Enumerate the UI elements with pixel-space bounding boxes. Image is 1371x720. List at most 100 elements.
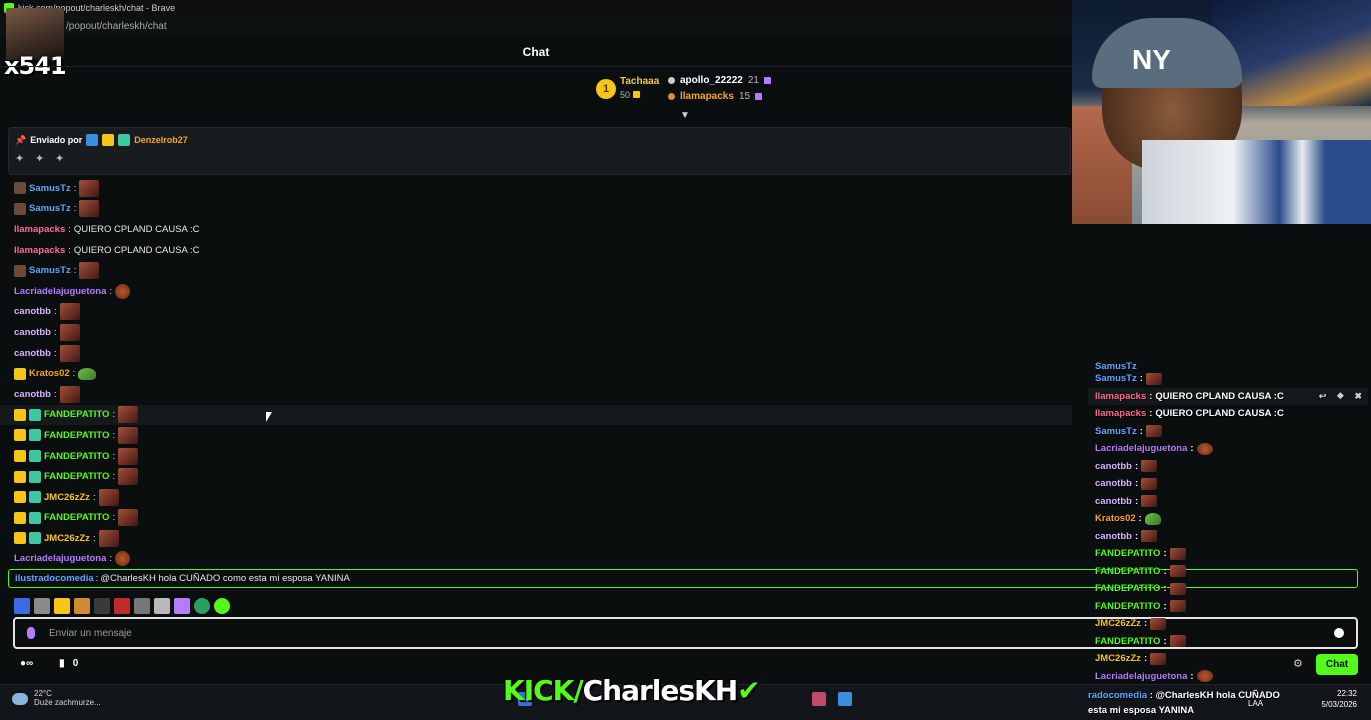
message-user[interactable]: SamusTz: [29, 265, 71, 276]
store-icon[interactable]: ▮: [59, 658, 65, 669]
emote-icon[interactable]: [34, 598, 50, 614]
sub-badge-icon: [29, 408, 41, 421]
message-user[interactable]: canotbb: [14, 306, 51, 317]
overlay-user: Kratos02: [1095, 513, 1136, 525]
message-actions[interactable]: ↩ ❖ ✖: [1319, 391, 1362, 402]
pin-icon[interactable]: ❖: [1336, 391, 1344, 402]
chat-message[interactable]: JMC26zZz:: [0, 487, 1072, 508]
message-user[interactable]: FANDEPATITO: [44, 471, 109, 482]
emote-icon[interactable]: [134, 598, 150, 614]
overlay-separator: :: [1163, 600, 1167, 612]
message-user[interactable]: FANDEPATITO: [44, 430, 109, 441]
chat-message[interactable]: FANDEPATITO:: [0, 508, 1072, 529]
reply-icon[interactable]: ↩: [1319, 391, 1327, 402]
message-user[interactable]: SamusTz: [29, 203, 71, 214]
mic-icon[interactable]: [27, 627, 35, 639]
taskbar-app-icon[interactable]: [812, 692, 826, 706]
message-separator: :: [53, 388, 57, 400]
leader-name[interactable]: Tachaaa: [620, 76, 659, 87]
message-user[interactable]: canotbb: [14, 327, 51, 338]
message-user[interactable]: Kratos02: [29, 368, 70, 379]
emote-icon: [1169, 565, 1186, 578]
emote-icon[interactable]: [154, 598, 170, 614]
leaderboard[interactable]: 1 Tachaaa 50 apollo_22222 21 llamapacks …: [596, 73, 796, 107]
chat-message[interactable]: canotbb:: [0, 343, 1072, 364]
quick-emote-bar[interactable]: [14, 598, 230, 614]
emote-icon[interactable]: [174, 598, 190, 614]
emote-icon: [78, 367, 97, 380]
emote-icon[interactable]: [114, 598, 130, 614]
chat-message[interactable]: SamusTz:: [0, 260, 1072, 281]
chat-message[interactable]: llamapacks: QUIERO CPLAND CAUSA :C: [0, 240, 1072, 261]
chat-messages[interactable]: SamusTz: SamusTz: llamapacks: QUIERO CPLAND…: [0, 178, 1072, 569]
delete-icon[interactable]: ✖: [1354, 391, 1362, 402]
emote-icon: ✦: [35, 153, 45, 165]
chat-message[interactable]: SamusTz:: [0, 178, 1072, 199]
notepad-icon[interactable]: [838, 692, 852, 706]
message-user[interactable]: JMC26zZz: [44, 533, 90, 544]
emote-icon: [1141, 495, 1158, 508]
emote-icon[interactable]: [74, 598, 90, 614]
emote-icon[interactable]: [94, 598, 110, 614]
message-user[interactable]: Lacriadelajuguetona: [14, 286, 106, 297]
crown-badge-icon: [14, 532, 26, 545]
message-user[interactable]: FANDEPATITO: [44, 512, 109, 523]
overlay-separator: :: [1163, 565, 1167, 577]
emote-icon: [79, 262, 100, 280]
chat-message[interactable]: canotbb:: [0, 322, 1072, 343]
message-user[interactable]: canotbb: [14, 348, 51, 359]
overlay-separator: :: [1190, 443, 1194, 455]
reply-user[interactable]: ilustradocomedia: [15, 573, 94, 584]
overlay-chat-row: FANDEPATITO :: [1088, 580, 1368, 598]
emote-icon[interactable]: [194, 598, 210, 614]
overlay-separator: :: [1134, 460, 1139, 472]
leaderboard-entry[interactable]: llamapacks 15: [668, 91, 763, 102]
emote-icon: [79, 179, 100, 197]
mouse-cursor-icon: [266, 412, 272, 422]
chat-message[interactable]: Kratos02:: [0, 363, 1072, 384]
leaderboard-entry[interactable]: apollo_22222 21: [668, 75, 771, 86]
address-bar[interactable]: /popout/charleskh/chat: [0, 16, 1072, 36]
chat-message[interactable]: canotbb:: [0, 302, 1072, 323]
emote-icon[interactable]: [14, 598, 30, 614]
collapse-icon[interactable]: ▼: [680, 110, 690, 121]
gold-medal-icon: 1: [596, 79, 616, 99]
chat-message[interactable]: Lacriadelajuguetona:: [0, 281, 1072, 302]
pinned-user[interactable]: Denzelrob27: [134, 135, 188, 145]
message-user[interactable]: llamapacks: [14, 245, 65, 256]
weather-widget[interactable]: 22°C Duże zachmurze...: [12, 689, 101, 707]
message-user[interactable]: FANDEPATITO: [44, 409, 109, 420]
clock-date: 5/03/2026: [1321, 700, 1357, 709]
emote-icon: [1150, 652, 1167, 665]
message-user[interactable]: SamusTz: [29, 183, 71, 194]
chat-message[interactable]: Lacriadelajuguetona:: [0, 549, 1072, 570]
leader-points: 15: [738, 91, 751, 102]
bronze-medal-icon: [668, 93, 675, 100]
message-user[interactable]: canotbb: [14, 389, 51, 400]
overlay-chat-row: JMC26zZz :: [1088, 650, 1368, 668]
overlay-user: llamapacks: [1095, 408, 1147, 420]
chat-message[interactable]: JMC26zZz:: [0, 528, 1072, 549]
emote-icon: ✦: [15, 153, 25, 165]
overlay-user: FANDEPATITO: [1095, 583, 1161, 595]
chat-message[interactable]: FANDEPATITO:: [0, 466, 1072, 487]
chat-message[interactable]: llamapacks: QUIERO CPLAND CAUSA :C: [0, 219, 1072, 240]
chat-message[interactable]: FANDEPATITO:: [0, 404, 1072, 426]
chat-message[interactable]: FANDEPATITO:: [0, 425, 1072, 446]
crown-badge-icon: [14, 450, 26, 463]
chat-message[interactable]: SamusTz:: [0, 199, 1072, 220]
message-user[interactable]: FANDEPATITO: [44, 451, 109, 462]
overlay-separator: :: [1134, 478, 1139, 490]
emote-icon: [59, 385, 80, 403]
emote-icon[interactable]: [54, 598, 70, 614]
message-user[interactable]: JMC26zZz: [44, 492, 90, 503]
chat-message[interactable]: FANDEPATITO:: [0, 446, 1072, 467]
message-user[interactable]: Lacriadelajuguetona: [14, 553, 106, 564]
pinned-message[interactable]: 📌 Enviado por Denzelrob27 ✦ ✦ ✦: [8, 127, 1071, 175]
message-user[interactable]: llamapacks: [14, 224, 65, 235]
sub-badge-icon: [29, 429, 41, 442]
system-clock[interactable]: 22:32 5/03/2026: [1321, 688, 1357, 710]
emote-icon[interactable]: [214, 598, 230, 614]
users-icon[interactable]: ●∞: [20, 658, 33, 669]
chat-message[interactable]: canotbb:: [0, 384, 1072, 405]
